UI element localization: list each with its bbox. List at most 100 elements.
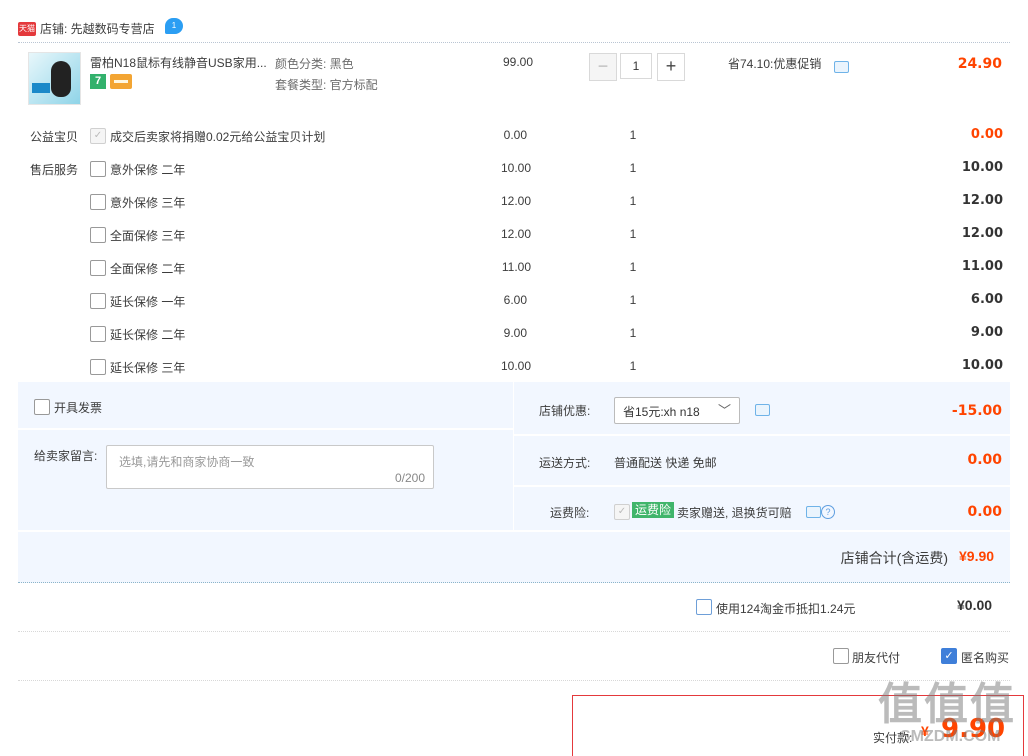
invoice-label: 开具发票 [54,401,103,415]
service-qty: 1 [629,293,637,307]
service-checkbox[interactable] [90,293,106,309]
service-name: 全面保修 二年 [110,262,186,276]
promo-discount-text: 省74.10:优惠促销 [728,57,822,71]
shop-name-link[interactable]: 店铺: 先越数码专营店 [40,20,155,37]
service-price: 6.00 [503,293,527,307]
service-checkbox[interactable] [90,194,106,210]
service-total: 9.00 [970,325,1003,340]
service-total: 11.00 [961,259,1003,274]
insurance-tag: 运费险 [632,502,675,518]
service-price: 12.00 [500,194,531,208]
service-total: 12.00 [961,226,1003,241]
help-icon[interactable]: ? [821,505,835,519]
service-price: 10.00 [500,359,531,373]
invoice-checkbox[interactable] [34,399,50,415]
service-total: 10.00 [961,358,1003,373]
charity-price: 0.00 [503,128,527,142]
seller-message-input[interactable]: 选填,请先和商家协商一致 0/200 [106,445,434,489]
service-name: 延长保修 一年 [110,295,186,309]
coins-checkbox[interactable] [696,599,712,615]
coins-value: ¥0.00 [957,597,993,613]
service-name: 延长保修 二年 [110,328,186,342]
panel-divider [514,434,1010,436]
anonymous-checkbox[interactable]: ✓ [941,648,957,664]
shipping-value: 0.00 [967,452,1002,468]
message-placeholder: 选填,请先和商家协商一致 [119,455,255,469]
insurance-checkbox: ✓ [614,504,630,520]
shipping-method: 普通配送 快递 免邮 [614,456,717,470]
thumbnail-banner [32,83,50,93]
watermark-text: 值值值 [878,680,1016,729]
quantity-input[interactable]: 1 [620,53,652,79]
charity-label: 公益宝贝 [30,130,79,144]
service-checkbox[interactable] [90,260,106,276]
promo-comment-icon[interactable] [834,61,849,73]
service-qty: 1 [629,161,637,175]
service-checkbox[interactable] [90,359,106,375]
section-divider [18,680,1010,681]
service-checkbox[interactable] [90,227,106,243]
sku-package: 套餐类型: 官方标配 [275,78,378,92]
message-label: 给卖家留言: [34,449,98,463]
service-total: 12.00 [961,193,1003,208]
product-subtotal: 24.90 [957,56,1002,72]
panel-divider [18,428,513,430]
charity-text: 成交后卖家将捐赠0.02元给公益宝贝计划 [110,130,326,144]
anonymous-label: 匿名购买 [961,651,1010,665]
service-qty: 1 [629,326,637,340]
service-qty: 1 [629,227,637,241]
product-title-link[interactable]: 雷柏N18鼠标有线静音USB家用... [90,54,272,71]
service-total: 10.00 [961,160,1003,175]
coupon-value: -15.00 [951,403,1002,419]
panel-divider [18,530,1010,532]
service-price: 9.00 [503,326,527,340]
coupon-select[interactable]: 省15元:xh n18 ﹀ [614,397,740,424]
friend-pay-checkbox[interactable] [833,648,849,664]
service-price: 10.00 [500,161,531,175]
coupon-comment-icon[interactable] [755,404,770,416]
seven-day-return-icon: 7 [90,74,106,89]
increase-quantity-button[interactable]: + [657,53,685,81]
services-label: 售后服务 [30,163,79,177]
mouse-image [51,61,71,97]
decrease-quantity-button[interactable]: − [589,53,617,81]
quantity-stepper: − 1 + [589,53,685,81]
wangwang-chat-icon[interactable]: 1 [165,18,183,34]
insurance-value: 0.00 [967,504,1002,520]
coins-label: 使用124淘金币抵扣1.24元 [716,602,856,616]
service-price: 11.00 [501,260,531,274]
message-counter: 0/200 [394,471,425,485]
charity-total: 0.00 [970,127,1003,142]
insurance-comment-icon[interactable] [806,506,821,518]
product-thumbnail[interactable] [28,52,81,105]
service-name: 延长保修 三年 [110,361,186,375]
section-divider [18,631,1010,632]
unit-price: 99.00 [502,55,533,69]
service-name: 意外保修 三年 [110,196,186,210]
service-qty: 1 [629,359,637,373]
service-qty: 1 [629,260,637,274]
service-qty: 1 [629,194,637,208]
charity-checkbox: ✓ [90,128,106,144]
chevron-down-icon: ﹀ [717,403,731,418]
service-checkbox[interactable] [90,326,106,342]
insurance-text: 卖家赠送, 退换货可赔 [677,506,792,520]
sku-color: 颜色分类: 黑色 [275,57,354,71]
credit-card-icon [110,74,132,89]
shop-total-value: ¥9.90 [959,548,995,564]
service-price: 12.00 [500,227,531,241]
shop-total-label: 店铺合计(含运费) [840,550,948,566]
watermark-site: SMZDM.COM [900,728,1001,745]
insurance-label: 运费险: [550,506,590,520]
service-name: 意外保修 二年 [110,163,186,177]
charity-qty: 1 [629,128,637,142]
coupon-label: 店铺优惠: [539,404,591,418]
tmall-badge-icon: 天猫 [18,22,36,36]
panel-divider [513,382,514,530]
service-total: 6.00 [970,292,1003,307]
coupon-selected: 省15元:xh n18 [623,405,700,419]
panel-divider [514,485,1010,487]
friend-pay-label: 朋友代付 [852,651,901,665]
service-checkbox[interactable] [90,161,106,177]
service-name: 全面保修 三年 [110,229,186,243]
